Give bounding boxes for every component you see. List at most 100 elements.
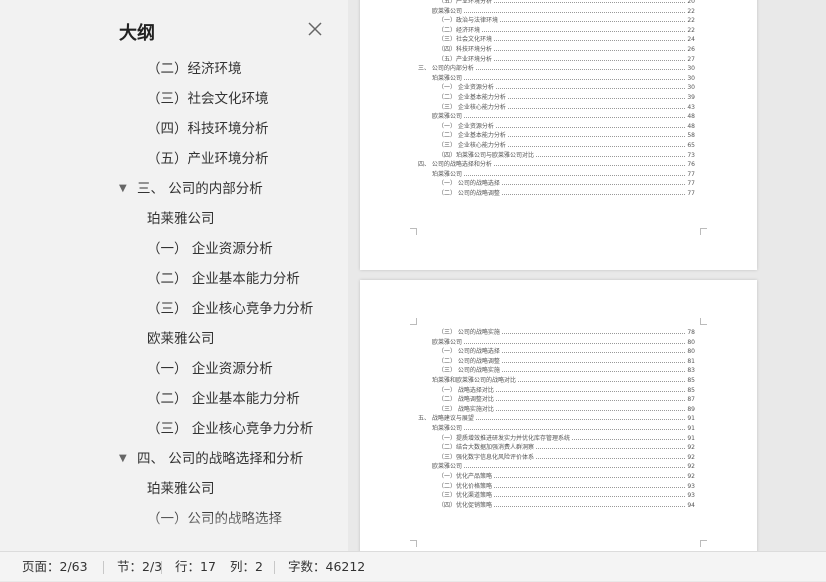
toc-entry-text: （三） 战略实施对比 bbox=[438, 405, 494, 413]
toc-line: （二） 公司的战略调整 77 bbox=[438, 189, 695, 198]
toc-entry-text: （二） 战略调整对比 bbox=[438, 396, 494, 404]
toc-page-number: 26 bbox=[687, 46, 695, 53]
toc-page-number: 85 bbox=[687, 386, 695, 394]
outline-item[interactable]: （三）社会文化环境 bbox=[0, 84, 348, 114]
toc-line: 珀莱雅和欧莱雅公司的战略对比 85 bbox=[432, 376, 695, 385]
toc-entry-text: （二）经济环境 bbox=[438, 26, 481, 34]
outline-item-label: （五）产业环境分析 bbox=[147, 151, 269, 167]
toc-entry-text: 珀莱雅公司 bbox=[432, 425, 463, 432]
outline-item-label: （三） 企业核心竞争力分析 bbox=[147, 421, 314, 437]
toc-entry-text: （二） 公司的战略调整 bbox=[438, 190, 500, 197]
toc-entry-text: （四）优化促销策略 bbox=[438, 501, 493, 509]
toc-line: （二） 企业基本能力分析 58 bbox=[438, 131, 695, 140]
toc-entry-text: （一） 公司的战略选择 bbox=[438, 180, 500, 188]
toc-line: （二）经济环境 22 bbox=[438, 26, 695, 35]
outline-item[interactable]: 珀莱雅公司 bbox=[0, 474, 348, 504]
toc-line: （三） 公司的战略实施 78 bbox=[438, 328, 695, 337]
status-col: 列：2 bbox=[230, 559, 263, 574]
toc-page-number: 83 bbox=[687, 367, 695, 375]
outline-item-label: （四）科技环境分析 bbox=[147, 121, 269, 137]
toc-page-number: 77 bbox=[687, 180, 695, 188]
toc-entry-text: 欧莱雅公司 bbox=[432, 338, 463, 346]
outline-item[interactable]: （二） 企业基本能力分析 bbox=[0, 264, 348, 294]
toc-page-number: 78 bbox=[687, 329, 695, 336]
toc-line: 五、 战略建议与展望 91 bbox=[418, 414, 695, 423]
toc-entry-text: （二） 企业基本能力分析 bbox=[438, 94, 506, 101]
toc-entry-text: （五）产业环境分析 bbox=[438, 55, 493, 63]
outline-item[interactable]: （三） 企业核心竞争力分析 bbox=[0, 294, 348, 324]
outline-item-label: （二） 企业基本能力分析 bbox=[147, 391, 300, 407]
toc-page-number: 27 bbox=[687, 55, 695, 63]
toc-entry-text: （三） 企业核心能力分析 bbox=[438, 142, 506, 149]
outline-item-label: （三） 企业核心竞争力分析 bbox=[147, 301, 314, 317]
toc-page-number: 85 bbox=[687, 377, 695, 384]
outline-item-label: 珀莱雅公司 bbox=[147, 211, 215, 227]
toc-entry-text: （一） 战略选择对比 bbox=[438, 386, 494, 394]
toc-entry-text: （一）政治与法律环境 bbox=[438, 17, 499, 25]
outline-item-label: （二） 企业基本能力分析 bbox=[147, 271, 300, 287]
toc-entry-text: （三）优化渠道策略 bbox=[438, 492, 493, 500]
toc-page-number: 93 bbox=[687, 482, 695, 490]
status-page[interactable]: 页面：2/63 bbox=[22, 552, 88, 582]
collapse-toggle-icon[interactable]: ▼ bbox=[119, 174, 127, 204]
outline-item[interactable]: （五）产业环境分析 bbox=[0, 144, 348, 174]
outline-item[interactable]: ▼ 四、 公司的战略选择和分析 bbox=[0, 444, 348, 474]
close-outline-button[interactable] bbox=[306, 20, 324, 38]
toc-entry-text: （五）产业环境分析 bbox=[438, 0, 493, 5]
document-area[interactable]: （五）产业环境分析 20 欧莱雅公司 22 （一）政治与法律环境 22 （二）经济环境 22 （… bbox=[348, 0, 826, 551]
outline-panel: 大纲 （二）经济环境 （三）社会文化环境 （四）科技环境分析 （五）产业环境分析 ▼ 三、… bbox=[0, 0, 348, 551]
outline-item[interactable]: 欧莱雅公司 bbox=[0, 324, 348, 354]
toc-page-number: 30 bbox=[687, 84, 695, 92]
toc-line: （二） 企业基本能力分析 39 bbox=[438, 93, 695, 102]
toc-entry-text: （四）珀莱雅公司与欧莱雅公司对比 bbox=[438, 151, 535, 159]
outline-item[interactable]: （一） 企业资源分析 bbox=[0, 234, 348, 264]
toc-line: （三） 企业核心能力分析 43 bbox=[438, 103, 695, 112]
toc-page-number: 76 bbox=[687, 161, 695, 169]
toc-entry-text: 欧莱雅公司 bbox=[432, 463, 463, 471]
toc-line: 欧莱雅公司 48 bbox=[432, 112, 695, 121]
toc-line: 欧莱雅公司 80 bbox=[432, 338, 695, 347]
status-row: 行：17 bbox=[175, 559, 216, 574]
toc-page-number: 22 bbox=[687, 17, 695, 25]
toc-line: （一） 企业资源分析 30 bbox=[438, 83, 695, 92]
toc-line: （一）提质增效推进研发实力并优化库存管理系统 91 bbox=[438, 434, 695, 443]
toc-page-number: 87 bbox=[687, 396, 695, 404]
toc-line: （二）优化价格策略 93 bbox=[438, 482, 695, 491]
toc-line: 珀莱雅公司 77 bbox=[432, 170, 695, 179]
toc-page-number: 92 bbox=[687, 463, 695, 471]
toc-entry-text: 四、 公司的战略选择和分析 bbox=[418, 161, 492, 169]
document-page[interactable]: （五）产业环境分析 20 欧莱雅公司 22 （一）政治与法律环境 22 （二）经济环境 22 （… bbox=[360, 0, 757, 270]
toc-entry-text: （一）优化产品策略 bbox=[438, 473, 493, 480]
outline-item[interactable]: （二）经济环境 bbox=[0, 54, 348, 84]
toc-line: （一） 公司的战略选择 77 bbox=[438, 179, 695, 188]
outline-item-label: （一） 企业资源分析 bbox=[147, 241, 273, 257]
toc-entry-text: 珀莱雅公司 bbox=[432, 170, 463, 178]
outline-item[interactable]: （一） 企业资源分析 bbox=[0, 354, 348, 384]
toc-entry-text: （二） 公司的战略调整 bbox=[438, 357, 500, 365]
status-word-count[interactable]: 字数：46212 bbox=[288, 552, 365, 582]
toc-page-number: 80 bbox=[687, 338, 695, 346]
status-section: 节：2/3 bbox=[117, 559, 163, 574]
toc-line: （五）产业环境分析 27 bbox=[438, 55, 695, 64]
status-bar: 页面：2/63 节：2/3 行：17 列：2 字数：46212 bbox=[0, 551, 826, 581]
outline-item[interactable]: （二） 企业基本能力分析 bbox=[0, 384, 348, 414]
toc-entry-text: （一） 企业资源分析 bbox=[438, 84, 494, 92]
outline-item[interactable]: 珀莱雅公司 bbox=[0, 204, 348, 234]
toc-page-number: 89 bbox=[687, 405, 695, 413]
toc-page-number: 80 bbox=[687, 348, 695, 356]
toc-entry-text: （一） 公司的战略选择 bbox=[438, 348, 500, 356]
toc-page-number: 48 bbox=[687, 122, 695, 130]
toc-line: 欧莱雅公司 92 bbox=[432, 462, 695, 471]
collapse-toggle-icon[interactable]: ▼ bbox=[119, 444, 127, 474]
toc-page-number: 91 bbox=[687, 425, 695, 432]
toc-page-number: 65 bbox=[687, 142, 695, 149]
outline-item[interactable]: （四）科技环境分析 bbox=[0, 114, 348, 144]
outline-item[interactable]: （三） 企业核心竞争力分析 bbox=[0, 414, 348, 444]
outline-item[interactable]: ▼ 三、 公司的内部分析 bbox=[0, 174, 348, 204]
toc-page-number: 24 bbox=[687, 36, 695, 44]
outline-item-label: 三、 公司的内部分析 bbox=[137, 181, 263, 197]
toc-entry-text: （三） 企业核心能力分析 bbox=[438, 103, 506, 111]
toc-line: （一） 企业资源分析 48 bbox=[438, 122, 695, 131]
document-page[interactable]: （三） 公司的战略实施 78 欧莱雅公司 80 （一） 公司的战略选择 80 （二） 公司的… bbox=[360, 280, 757, 551]
toc-line: （一） 公司的战略选择 80 bbox=[438, 347, 695, 356]
